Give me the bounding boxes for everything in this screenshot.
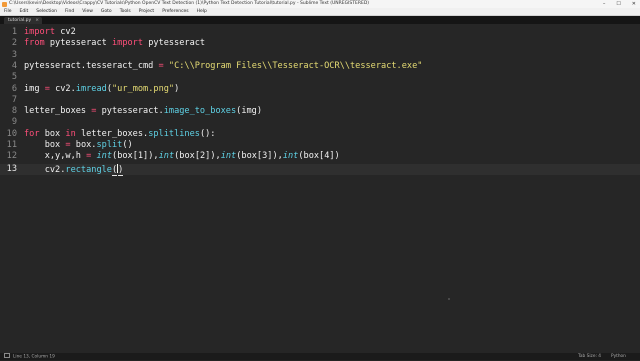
keyword: from	[24, 38, 45, 49]
menu-selection[interactable]: Selection	[32, 9, 61, 14]
cursor-position: Line 13, Column 19	[13, 354, 55, 360]
mouse-pointer-dot	[448, 298, 450, 300]
keyword: in	[65, 128, 76, 139]
menu-preferences[interactable]: Preferences	[158, 9, 192, 14]
code-text: pytesseract	[44, 38, 112, 49]
code-text: x,y,w,h	[44, 151, 87, 162]
menu-find[interactable]: Find	[61, 9, 78, 14]
menu-goto[interactable]: Goto	[97, 9, 116, 14]
code-line-13: cv2.rectangle()	[24, 163, 124, 176]
tab-tutorial-py[interactable]: tutorial.py ×	[4, 17, 42, 24]
code-text: box	[39, 128, 66, 139]
code-line-1: import cv2	[24, 27, 76, 38]
keyword: for	[24, 128, 40, 139]
code-editor[interactable]: 1 2 3 4 5 6 7 8 9 10 11 12 13 import cv2…	[0, 24, 640, 353]
close-paren: )	[118, 164, 124, 176]
code-text: pytesseract.	[96, 106, 164, 117]
code-text: (box[4])	[298, 151, 340, 162]
code-line-6: img = cv2.imread("ur_mom.png")	[24, 84, 179, 95]
menu-tools[interactable]: Tools	[116, 9, 135, 14]
code-text: cv2.	[44, 164, 66, 175]
code-line-2: from pytesseract import pytesseract	[24, 38, 205, 49]
menu-help[interactable]: Help	[193, 9, 211, 14]
line-number: 1	[11, 27, 17, 37]
code-text: (box[1]),	[112, 151, 159, 162]
panel-toggle-icon[interactable]	[4, 353, 10, 358]
line-number: 12	[6, 151, 17, 162]
menu-edit[interactable]: Edit	[16, 9, 33, 14]
code-text: (box[2]),	[174, 151, 221, 162]
function-name: image_to_boxes	[163, 106, 237, 117]
line-number: 11	[6, 140, 17, 150]
title-bar: C:\Users\kevin\Desktop\Videos\Crappy\CV …	[0, 0, 640, 8]
line-number: 2	[11, 38, 17, 49]
function-name: rectangle	[65, 164, 112, 175]
code-text: box.	[70, 140, 97, 150]
code-text: (img)	[236, 106, 263, 117]
menu-project[interactable]: Project	[135, 9, 158, 14]
string-literal: "ur_mom.png"	[112, 83, 175, 94]
status-left: Line 13, Column 19	[4, 353, 55, 361]
string-literal: "C:\\Program Files\\Tesseract-OCR\\tesse…	[168, 60, 423, 71]
line-number-active: 13	[6, 163, 17, 174]
line-number: 4	[11, 60, 17, 71]
code-line-8: letter_boxes = pytesseract.image_to_boxe…	[24, 106, 262, 117]
code-text: pytesseract.tesseract_cmd	[24, 60, 159, 71]
builtin-int: int	[96, 151, 113, 162]
code-line-12: x,y,w,h = int(box[1]),int(box[2]),int(bo…	[24, 151, 340, 162]
code-text: img	[24, 83, 45, 94]
line-number: 8	[11, 106, 17, 117]
tab-bar: tutorial.py ×	[0, 16, 640, 24]
tab-close-icon[interactable]: ×	[35, 17, 39, 24]
line-number: 7	[11, 94, 17, 105]
code-line-4: pytesseract.tesseract_cmd = "C:\\Program…	[24, 61, 422, 72]
code-text: box	[44, 140, 66, 150]
builtin-int: int	[220, 151, 237, 162]
line-number: 6	[11, 83, 17, 94]
menu-bar: File Edit Selection Find View Goto Tools…	[0, 8, 640, 16]
code-text: ():	[199, 128, 216, 139]
sublime-app-icon	[2, 1, 7, 7]
code-text: pytesseract	[143, 38, 206, 49]
syntax-selector[interactable]: Python	[611, 353, 626, 360]
minimize-button[interactable]: –	[603, 0, 606, 8]
window-title: C:\Users\kevin\Desktop\Videos\Crappy\CV …	[9, 1, 370, 6]
menu-view[interactable]: View	[78, 9, 97, 14]
line-number-gutter: 1 2 3 4 5 6 7 8 9 10 11 12 13	[0, 24, 20, 353]
code-text: ()	[122, 140, 133, 150]
status-bar: Line 13, Column 19 Tab Size: 4 Python	[0, 353, 640, 360]
line-number: 10	[6, 128, 17, 139]
menu-file[interactable]: File	[0, 9, 16, 14]
function-name: split	[96, 140, 123, 150]
window-controls: – ☐ ✕	[603, 0, 636, 8]
code-text: (box[3]),	[236, 151, 283, 162]
code-text: )	[174, 83, 180, 94]
code-text: cv2.	[49, 83, 76, 94]
code-line-11: box = box.split()	[24, 140, 133, 151]
tab-label: tutorial.py	[8, 18, 32, 23]
code-text: cv2	[55, 27, 76, 37]
keyword: import	[24, 27, 56, 37]
code-line-10: for box in letter_boxes.splitlines():	[24, 129, 215, 140]
function-name: splitlines	[148, 128, 200, 139]
tab-size-selector[interactable]: Tab Size: 4	[578, 353, 601, 360]
builtin-int: int	[282, 151, 299, 162]
maximize-button[interactable]: ☐	[616, 0, 620, 8]
builtin-int: int	[158, 151, 175, 162]
function-name: imread	[75, 83, 107, 94]
code-text: letter_boxes.	[75, 128, 149, 139]
line-number: 9	[11, 117, 17, 128]
close-button[interactable]: ✕	[632, 0, 636, 8]
keyword: import	[111, 38, 144, 49]
line-number: 3	[11, 49, 17, 60]
line-number: 5	[11, 72, 17, 83]
code-text: letter_boxes	[24, 106, 92, 117]
